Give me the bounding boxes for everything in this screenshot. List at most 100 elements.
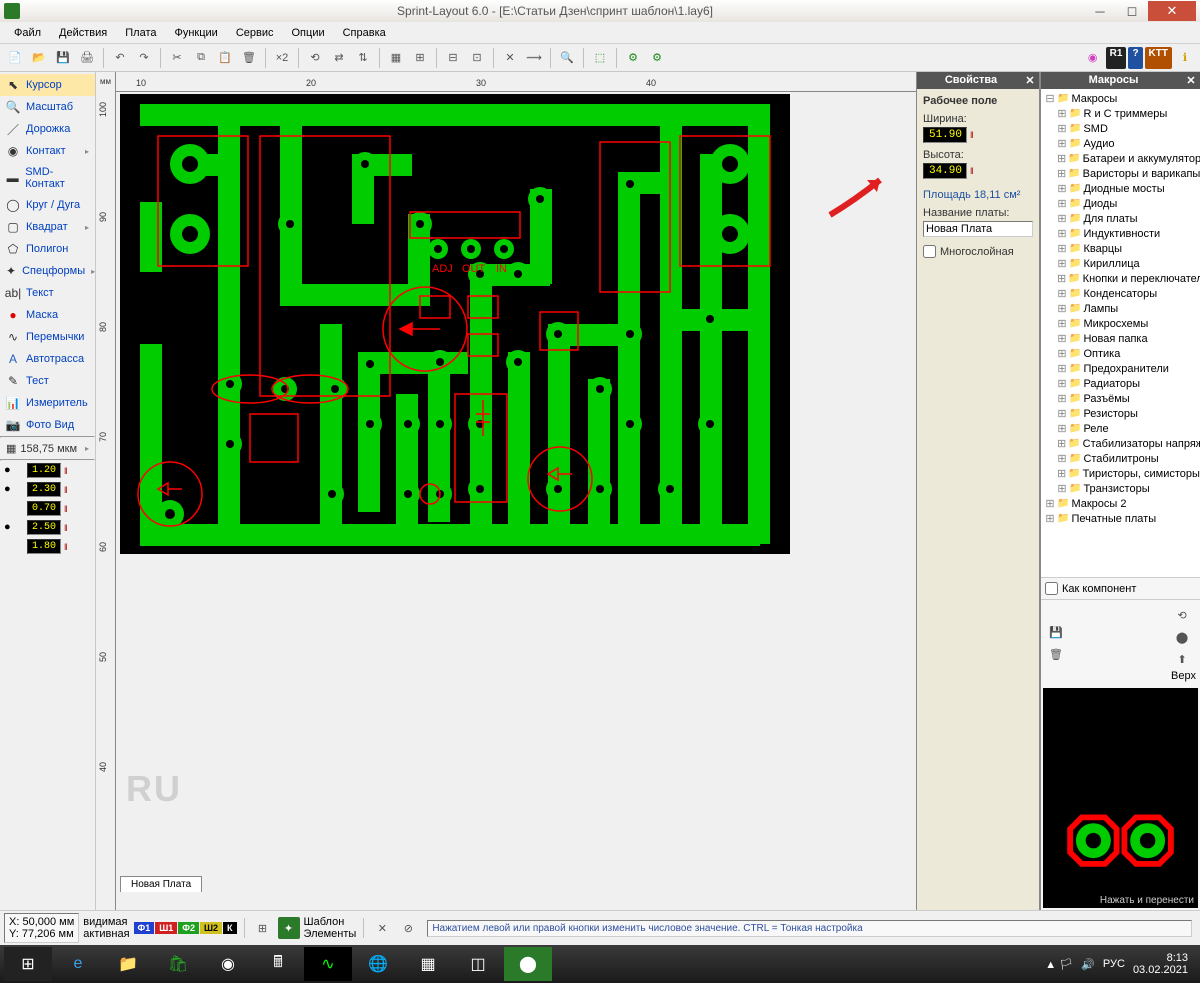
props-close-icon[interactable]: ✕ xyxy=(1023,74,1037,87)
transparency-button[interactable]: ◉ xyxy=(1082,47,1104,69)
tool-Тест[interactable]: ✎Тест xyxy=(0,370,95,392)
menu-Плата[interactable]: Плата xyxy=(117,25,164,41)
task-chrome[interactable]: ◉ xyxy=(204,947,252,981)
macro-gear2-button[interactable]: ⚙ xyxy=(646,47,668,69)
param-pad[interactable]: ●2.30‖ xyxy=(0,480,95,499)
close-button[interactable]: ✕ xyxy=(1148,1,1196,21)
mirror-v-button[interactable]: ⇅ xyxy=(352,47,374,69)
macro-delete-button[interactable]: 🗑 xyxy=(1045,643,1067,665)
maximize-button[interactable]: ◻ xyxy=(1116,1,1148,21)
macro-save-button[interactable]: 💾 xyxy=(1045,621,1067,643)
macro-folder[interactable]: ⊞📁Индуктивности xyxy=(1043,226,1198,241)
task-app2[interactable]: ▦ xyxy=(404,947,452,981)
minimize-button[interactable]: ─ xyxy=(1084,1,1116,21)
macro-folder[interactable]: ⊞📁Кириллица xyxy=(1043,256,1198,271)
badge-r1[interactable]: R1 xyxy=(1106,47,1127,69)
tool-Маска[interactable]: ●Маска xyxy=(0,304,95,326)
macro-folder[interactable]: ⊞📁SMD xyxy=(1043,121,1198,136)
multilayer-checkbox[interactable] xyxy=(923,245,936,258)
misc-button-2[interactable]: ⊘ xyxy=(397,917,419,939)
task-ie[interactable]: e xyxy=(54,947,102,981)
redo-button[interactable]: ↷ xyxy=(133,47,155,69)
tray-volume-icon[interactable]: 🔊 xyxy=(1081,958,1095,971)
height-value[interactable]: 34.90 xyxy=(923,163,967,179)
macro-folder[interactable]: ⊞📁Тиристоры, симисторы xyxy=(1043,466,1198,481)
macro-folder[interactable]: ⊞📁Транзисторы xyxy=(1043,481,1198,496)
paste-button[interactable]: 📋 xyxy=(214,47,236,69)
elements-toggle[interactable]: ✦ xyxy=(278,917,300,939)
menu-Файл[interactable]: Файл xyxy=(6,25,49,41)
macro-folder[interactable]: ⊞📁Резисторы xyxy=(1043,406,1198,421)
macro-flip-button[interactable]: ⬤ xyxy=(1171,626,1193,648)
macros-tree[interactable]: ⊟📁 Макросы⊞📁R и C триммеры⊞📁SMD⊞📁Аудио⊞📁… xyxy=(1041,89,1200,577)
layer-chips[interactable]: Ф1Ш1Ф2Ш2К xyxy=(134,922,237,934)
connections-button[interactable]: ✕ xyxy=(499,47,521,69)
task-calc[interactable]: 🖩 xyxy=(254,947,302,981)
task-store[interactable]: 🛍 xyxy=(154,947,202,981)
macro-folder[interactable]: ⊞📁Разъёмы xyxy=(1043,391,1198,406)
macro-folder[interactable]: ⊞📁Новая папка xyxy=(1043,331,1198,346)
macro-folder[interactable]: ⊞📁Радиаторы xyxy=(1043,376,1198,391)
macro-folder[interactable]: ⊞📁Стабилизаторы напряжени xyxy=(1043,436,1198,451)
tool-Квадрат[interactable]: ▢Квадрат▸ xyxy=(0,216,95,238)
macro-rotate-button[interactable]: ⟲ xyxy=(1171,604,1193,626)
menu-Справка[interactable]: Справка xyxy=(335,25,394,41)
badge-help[interactable]: ? xyxy=(1128,47,1142,69)
info-button[interactable]: ℹ xyxy=(1174,47,1196,69)
macro-folder[interactable]: ⊞📁Кнопки и переключатели xyxy=(1043,271,1198,286)
new-button[interactable]: 📄 xyxy=(4,47,26,69)
save-button[interactable]: 💾 xyxy=(52,47,74,69)
macro-folder[interactable]: ⊞📁Конденсаторы xyxy=(1043,286,1198,301)
duplicate-button[interactable]: ×2 xyxy=(271,47,293,69)
autoroute-button[interactable]: ⟿ xyxy=(523,47,545,69)
tray-flag-icon[interactable]: ▲ 🏳 xyxy=(1045,958,1073,971)
macro-folder[interactable]: ⊞📁Аудио xyxy=(1043,136,1198,151)
system-tray[interactable]: ▲ 🏳 🔊 РУС 8:1303.02.2021 xyxy=(1045,952,1196,976)
tool-Спецформы[interactable]: ✦Спецформы▸ xyxy=(0,260,95,282)
macro-folder[interactable]: ⊞📁Диодные мосты xyxy=(1043,181,1198,196)
snap-button[interactable]: ⊞ xyxy=(409,47,431,69)
task-explorer[interactable]: 📁 xyxy=(104,947,152,981)
tool-SMD-Контакт[interactable]: ▬SMD-Контакт xyxy=(0,162,95,194)
zoom-button[interactable]: 🔍 xyxy=(556,47,578,69)
macro-folder[interactable]: ⊞📁Кварцы xyxy=(1043,241,1198,256)
width-value[interactable]: 51.90 xyxy=(923,127,967,143)
badge-ktt[interactable]: KTT xyxy=(1145,47,1172,69)
mirror-h-button[interactable]: ⇄ xyxy=(328,47,350,69)
task-app1[interactable]: 🌐 xyxy=(354,947,402,981)
align-button[interactable]: ▦ xyxy=(385,47,407,69)
task-app3[interactable]: ◫ xyxy=(454,947,502,981)
tool-Перемычки[interactable]: ∿Перемычки xyxy=(0,326,95,348)
select-button[interactable]: ⬚ xyxy=(589,47,611,69)
delete-button[interactable]: 🗑 xyxy=(238,47,260,69)
print-button[interactable]: 🖨 xyxy=(76,47,98,69)
group-button[interactable]: ⊟ xyxy=(442,47,464,69)
pcb-viewport[interactable]: ADJ OUT IN RU Новая Плата xyxy=(116,92,916,910)
tool-Контакт[interactable]: ◉Контакт▸ xyxy=(0,140,95,162)
tool-Масштаб[interactable]: 🔍Масштаб xyxy=(0,96,95,118)
boardname-input[interactable] xyxy=(923,221,1033,237)
macro-folder[interactable]: ⊞📁R и C триммеры xyxy=(1043,106,1198,121)
tool-Фото Вид[interactable]: 📷Фото Вид xyxy=(0,414,95,436)
tool-Курсор[interactable]: ⬉Курсор xyxy=(0,74,95,96)
stepper-icon[interactable]: ‖ xyxy=(970,166,974,176)
param-smd[interactable]: ●2.50‖ xyxy=(0,518,95,537)
board-tab[interactable]: Новая Плата xyxy=(120,876,202,892)
undo-button[interactable]: ↶ xyxy=(109,47,131,69)
macro-folder[interactable]: ⊞📁Стабилитроны xyxy=(1043,451,1198,466)
macro-folder[interactable]: ⊞📁Диоды xyxy=(1043,196,1198,211)
tool-Круг / Дуга[interactable]: ◯Круг / Дуга xyxy=(0,194,95,216)
stepper-icon[interactable]: ‖ xyxy=(970,130,974,140)
macro-folder[interactable]: ⊞📁Предохранители xyxy=(1043,361,1198,376)
as-component-checkbox[interactable] xyxy=(1045,582,1058,595)
ungroup-button[interactable]: ⊡ xyxy=(466,47,488,69)
open-button[interactable]: 📂 xyxy=(28,47,50,69)
misc-button-1[interactable]: ✕ xyxy=(371,917,393,939)
task-sprint[interactable]: ⬤ xyxy=(504,947,552,981)
tool-Текст[interactable]: ab|Текст xyxy=(0,282,95,304)
menu-Функции[interactable]: Функции xyxy=(166,25,225,41)
macro-folder[interactable]: ⊞📁Батареи и аккумуляторы xyxy=(1043,151,1198,166)
tool-Автотрасса[interactable]: AАвтотрасса xyxy=(0,348,95,370)
macro-folder[interactable]: ⊞📁Варисторы и варикапы xyxy=(1043,166,1198,181)
macros-close-icon[interactable]: ✕ xyxy=(1184,74,1198,87)
